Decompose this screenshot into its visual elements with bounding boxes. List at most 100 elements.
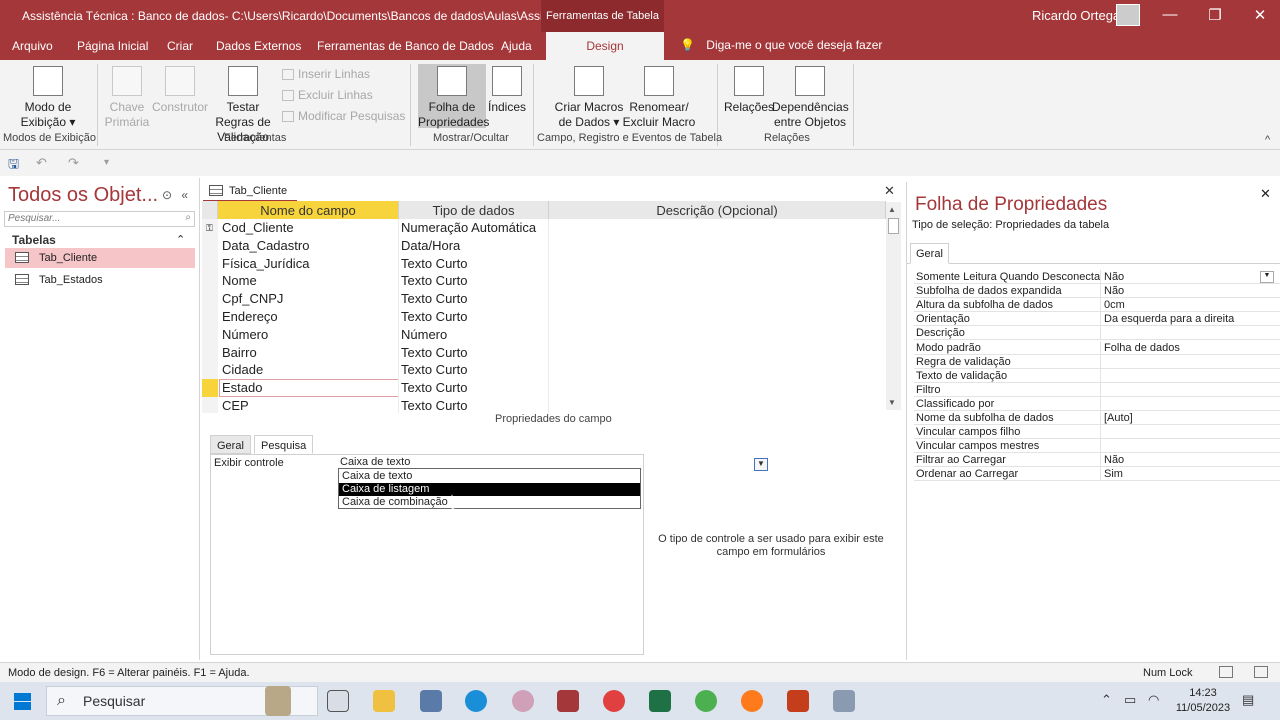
field-name-cell[interactable]: Estado: [222, 380, 262, 395]
powerpoint-icon[interactable]: [787, 690, 809, 712]
wifi-icon[interactable]: ◠: [1148, 692, 1159, 708]
property-value[interactable]: Sim: [1102, 468, 1123, 480]
table-row[interactable]: Estado Texto Curto: [202, 379, 886, 398]
data-type-cell[interactable]: Numeração Automática: [401, 220, 536, 235]
close-button[interactable]: ✕: [1250, 6, 1270, 24]
row-selector[interactable]: [202, 236, 218, 255]
grid-scrollbar[interactable]: ▲ ▼: [886, 202, 901, 410]
property-value[interactable]: Da esquerda para a direita: [1102, 313, 1234, 325]
property-row[interactable]: Nome da subfolha de dados [Auto]: [914, 411, 1280, 425]
scroll-thumb[interactable]: [888, 218, 899, 234]
field-name-cell[interactable]: Cidade: [222, 362, 263, 377]
relacoes-button[interactable]: Relações: [724, 66, 774, 115]
nav-menu-icon[interactable]: ⊙: [162, 188, 172, 202]
table-row[interactable]: Endereço Texto Curto: [202, 308, 886, 326]
design-view-icon[interactable]: [1254, 666, 1268, 678]
property-value[interactable]: [Auto]: [1102, 412, 1133, 424]
nav-group-tabelas[interactable]: Tabelas: [12, 233, 56, 247]
data-type-cell[interactable]: Texto Curto: [401, 256, 467, 271]
table-row[interactable]: Cpf_CNPJ Texto Curto: [202, 290, 886, 309]
table-row[interactable]: ⚿ Cod_Cliente Numeração Automática: [202, 219, 886, 237]
chrome-icon[interactable]: [695, 690, 717, 712]
property-row[interactable]: Classificado por: [914, 396, 1280, 411]
modificar-pesquisas-button[interactable]: Modificar Pesquisas: [282, 109, 405, 123]
app-icon[interactable]: [512, 690, 534, 712]
property-row[interactable]: Ordenar ao Carregar Sim: [914, 467, 1280, 482]
renomear-macro-button[interactable]: Renomear/ Excluir Macro: [622, 66, 696, 130]
property-value[interactable]: Não: [1102, 454, 1124, 466]
field-name-cell[interactable]: Número: [222, 327, 268, 342]
chevron-down-icon[interactable]: ▼: [754, 458, 768, 471]
restore-button[interactable]: ❐: [1205, 6, 1225, 24]
table-row[interactable]: CEP Texto Curto: [202, 397, 886, 413]
row-selector[interactable]: [202, 361, 218, 380]
row-selector[interactable]: [202, 272, 218, 291]
access-icon[interactable]: [557, 690, 579, 712]
clock[interactable]: 14:23 11/05/2023: [1173, 686, 1233, 716]
close-icon[interactable]: ✕: [1260, 186, 1271, 202]
undo-icon[interactable]: ↶: [36, 155, 47, 171]
chevron-up-icon[interactable]: ⌃: [176, 233, 185, 246]
datasheet-view-icon[interactable]: [1219, 666, 1233, 678]
criar-macros-button[interactable]: Criar Macros de Dados ▾: [554, 66, 624, 130]
tray-chevron-up-icon[interactable]: ⌃: [1101, 692, 1112, 708]
data-type-cell[interactable]: Texto Curto: [401, 345, 467, 360]
property-row[interactable]: Altura da subfolha de dados 0cm: [914, 298, 1280, 313]
indices-button[interactable]: Índices: [488, 66, 526, 115]
calculator-icon[interactable]: [420, 690, 442, 712]
windows-start-icon[interactable]: [14, 693, 31, 710]
table-row[interactable]: Bairro Texto Curto: [202, 343, 886, 362]
field-name-cell[interactable]: Nome: [222, 273, 257, 288]
field-name-cell[interactable]: CEP: [222, 398, 249, 413]
tell-me-box[interactable]: 💡 Diga-me o que você deseja fazer: [680, 38, 882, 52]
tab-dados-externos[interactable]: Dados Externos: [216, 39, 301, 53]
property-row[interactable]: Texto de validação: [914, 368, 1280, 383]
task-view-icon[interactable]: [327, 690, 349, 712]
data-type-cell[interactable]: Data/Hora: [401, 238, 460, 253]
tools-icon[interactable]: [833, 690, 855, 712]
tab-criar[interactable]: Criar: [167, 39, 193, 53]
property-row[interactable]: Filtro: [914, 382, 1280, 397]
construtor-button[interactable]: Construtor: [150, 66, 210, 115]
edge-icon[interactable]: [465, 690, 487, 712]
option-caixa-listagem[interactable]: Caixa de listagem: [339, 483, 640, 496]
data-type-cell[interactable]: Texto Curto: [401, 309, 467, 324]
data-type-cell[interactable]: Texto Curto: [401, 273, 467, 288]
data-type-cell[interactable]: Texto Curto: [401, 362, 467, 377]
table-row[interactable]: Física_Jurídica Texto Curto: [202, 254, 886, 273]
dependencias-button[interactable]: Dependências entre Objetos: [772, 66, 849, 130]
minimize-button[interactable]: —: [1160, 6, 1180, 23]
nav-title[interactable]: Todos os Objet...: [8, 184, 158, 207]
property-row[interactable]: Filtrar ao Carregar Não: [914, 453, 1280, 468]
property-value[interactable]: Não: [1102, 271, 1124, 283]
excluir-linhas-button[interactable]: Excluir Linhas: [282, 88, 373, 102]
row-selector[interactable]: [202, 343, 218, 362]
notifications-icon[interactable]: ▤: [1242, 692, 1254, 708]
inserir-linhas-button[interactable]: Inserir Linhas: [282, 67, 370, 81]
property-value[interactable]: Não: [1102, 285, 1124, 297]
folha-propriedades-button[interactable]: Folha de Propriedades: [418, 64, 489, 129]
table-row[interactable]: Número Número: [202, 325, 886, 344]
scroll-down-icon[interactable]: ▼: [888, 398, 896, 407]
property-row[interactable]: Modo padrão Folha de dados: [914, 340, 1280, 355]
property-row[interactable]: Somente Leitura Quando Desconectado Não ▼: [914, 270, 1280, 284]
column-header-descricao[interactable]: Descrição (Opcional): [549, 201, 886, 219]
modo-exibicao-button[interactable]: Modo de Exibição ▾: [18, 66, 78, 130]
row-selector[interactable]: [202, 379, 218, 398]
property-value[interactable]: 0cm: [1102, 299, 1125, 311]
tab-tab-cliente[interactable]: Tab_Cliente: [203, 182, 297, 202]
field-name-cell[interactable]: Bairro: [222, 345, 257, 360]
row-selector[interactable]: [202, 397, 218, 413]
field-name-cell[interactable]: Cpf_CNPJ: [222, 291, 283, 306]
data-type-cell[interactable]: Número: [401, 327, 447, 342]
column-header-nome[interactable]: Nome do campo: [218, 201, 399, 219]
property-row[interactable]: Descrição: [914, 326, 1280, 341]
property-row[interactable]: Regra de validação: [914, 354, 1280, 369]
data-type-cell[interactable]: Texto Curto: [401, 380, 467, 395]
property-row[interactable]: Vincular campos mestres: [914, 439, 1280, 454]
property-row[interactable]: Vincular campos filho: [914, 425, 1280, 440]
row-selector[interactable]: ⚿: [202, 219, 218, 237]
shutter-bar-icon[interactable]: «: [181, 188, 188, 202]
avatar[interactable]: [1116, 4, 1140, 26]
tab-ajuda[interactable]: Ajuda: [501, 39, 532, 53]
